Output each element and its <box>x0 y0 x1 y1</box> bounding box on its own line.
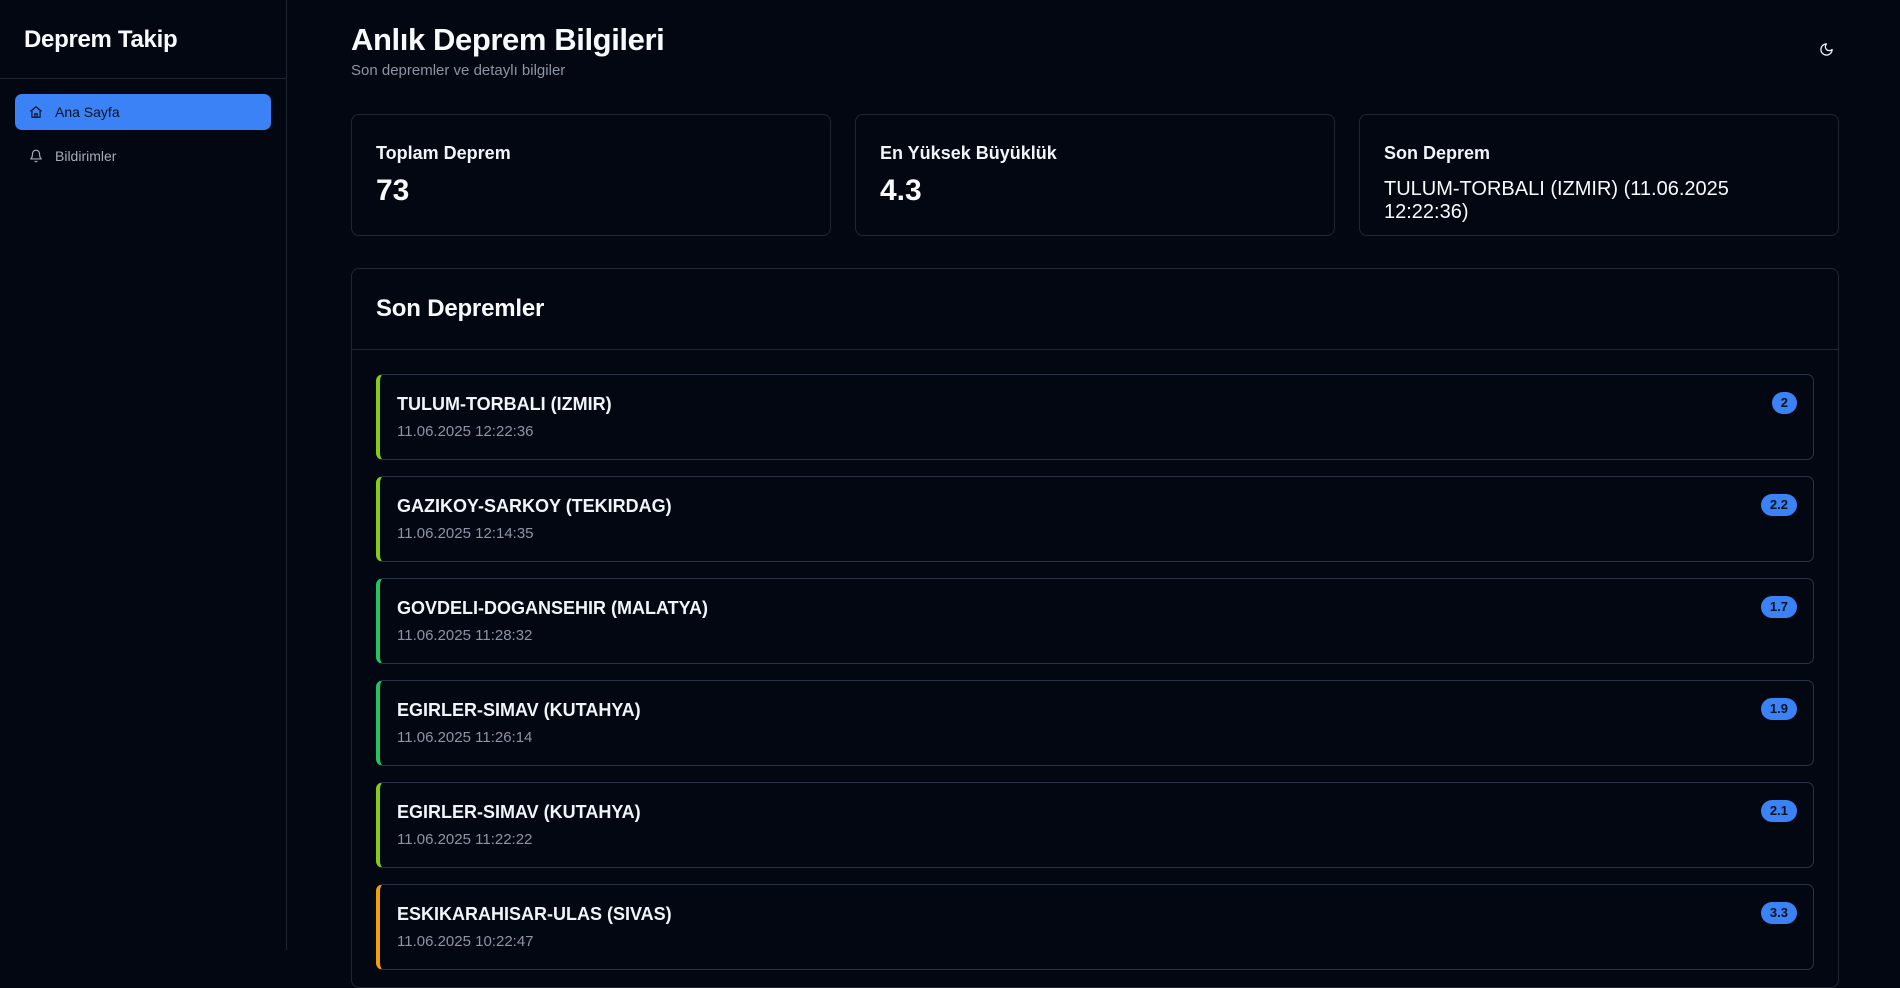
stat-card-last-quake: Son Deprem TULUM-TORBALI (IZMIR) (11.06.… <box>1359 114 1839 236</box>
quake-location: EGIRLER-SIMAV (KUTAHYA) <box>397 802 641 822</box>
quake-list-item[interactable]: GAZIKOY-SARKOY (TEKIRDAG) 11.06.2025 12:… <box>376 476 1814 562</box>
magnitude-badge: 1.9 <box>1760 698 1797 720</box>
stat-card-total: Toplam Deprem 73 <box>351 114 831 236</box>
bell-icon <box>29 149 43 163</box>
quake-list-item[interactable]: GOVDELI-DOGANSEHIR (MALATYA) 11.06.2025 … <box>376 578 1814 664</box>
magnitude-badge: 1.7 <box>1760 596 1797 618</box>
quake-location: TULUM-TORBALI (IZMIR) <box>397 394 612 414</box>
quake-location: GOVDELI-DOGANSEHIR (MALATYA) <box>397 598 709 618</box>
page-title: Anlık Deprem Bilgileri <box>351 22 665 57</box>
sidebar-item-bildirimler[interactable]: Bildirimler <box>15 138 271 174</box>
sidebar: Deprem Takip Ana Sayfa Bildirimler <box>0 0 287 950</box>
recent-quakes-card: Son Depremler TULUM-TORBALI (IZMIR) 11.0… <box>351 268 1839 988</box>
stat-card-max-magnitude: En Yüksek Büyüklük 4.3 <box>855 114 1335 236</box>
magnitude-badge: 2.2 <box>1760 494 1797 516</box>
stat-value: 4.3 <box>880 174 922 207</box>
quake-time: 11.06.2025 11:26:14 <box>397 729 533 746</box>
stat-label: Toplam Deprem <box>376 143 511 163</box>
quake-location: GAZIKOY-SARKOY (TEKIRDAG) <box>397 496 672 516</box>
main-content: Anlık Deprem Bilgileri Son depremler ve … <box>288 0 1900 988</box>
sidebar-nav: Ana Sayfa Bildirimler <box>0 79 286 197</box>
page-subtitle: Son depremler ve detaylı bilgiler <box>351 62 566 79</box>
quake-list-item[interactable]: ESKIKARAHISAR-ULAS (SIVAS) 11.06.2025 10… <box>376 884 1814 970</box>
quake-list-item[interactable]: EGIRLER-SIMAV (KUTAHYA) 11.06.2025 11:26… <box>376 680 1814 766</box>
home-icon <box>29 105 43 119</box>
magnitude-badge: 3.3 <box>1760 902 1797 924</box>
stats-row: Toplam Deprem 73 En Yüksek Büyüklük 4.3 … <box>351 114 1839 236</box>
quake-list-item[interactable]: TULUM-TORBALI (IZMIR) 11.06.2025 12:22:3… <box>376 374 1814 460</box>
quake-time: 11.06.2025 12:14:35 <box>397 525 534 542</box>
quake-list-item[interactable]: EGIRLER-SIMAV (KUTAHYA) 11.06.2025 11:22… <box>376 782 1814 868</box>
stat-value: TULUM-TORBALI (IZMIR) (11.06.2025 12:22:… <box>1384 178 1729 223</box>
moon-icon <box>1819 42 1834 62</box>
stat-label: Son Deprem <box>1384 143 1491 163</box>
magnitude-badge: 2.1 <box>1760 800 1797 822</box>
quake-location: ESKIKARAHISAR-ULAS (SIVAS) <box>397 904 672 924</box>
quake-time: 11.06.2025 10:22:47 <box>397 933 534 950</box>
quake-location: EGIRLER-SIMAV (KUTAHYA) <box>397 700 641 720</box>
sidebar-item-label: Bildirimler <box>55 148 117 164</box>
theme-toggle-button[interactable] <box>1814 40 1838 64</box>
stat-value: 73 <box>376 174 410 207</box>
sidebar-item-ana-sayfa[interactable]: Ana Sayfa <box>15 94 271 130</box>
quake-time: 11.06.2025 12:22:36 <box>397 423 534 440</box>
sidebar-item-label: Ana Sayfa <box>55 104 120 120</box>
stat-label: En Yüksek Büyüklük <box>880 143 1057 163</box>
quake-time: 11.06.2025 11:22:22 <box>397 831 533 848</box>
magnitude-badge: 2 <box>1771 392 1797 414</box>
quake-time: 11.06.2025 11:28:32 <box>397 627 533 644</box>
quake-list: TULUM-TORBALI (IZMIR) 11.06.2025 12:22:3… <box>352 350 1838 970</box>
app-brand: Deprem Takip <box>0 0 286 79</box>
recent-quakes-title: Son Depremler <box>352 269 1838 350</box>
